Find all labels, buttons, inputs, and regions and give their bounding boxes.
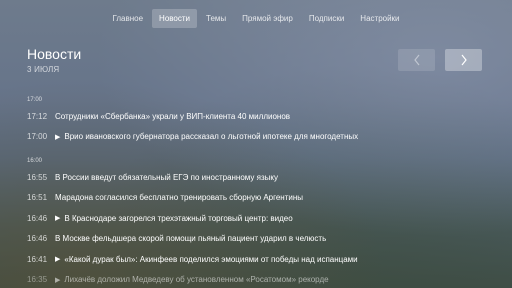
news-item[interactable]: 17:12 Сотрудники «Сбербанка» украли у ВИ…: [27, 106, 497, 127]
previous-button[interactable]: [398, 49, 435, 71]
play-icon: ▶: [55, 256, 61, 264]
hour-divider: 17:00: [27, 97, 43, 103]
news-time: 16:46: [27, 213, 48, 223]
nav-item-settings[interactable]: Настройки: [353, 9, 406, 28]
news-time: 16:51: [27, 193, 48, 203]
nav-item-main[interactable]: Главное: [105, 9, 150, 28]
top-navigation: Главное Новости Темы Прямой эфир Подписк…: [0, 8, 512, 28]
news-headline: Врио ивановского губернатора рассказал о…: [64, 132, 359, 142]
news-headline: Сотрудники «Сбербанка» украли у ВИП-клие…: [55, 111, 291, 121]
pager-controls: [398, 49, 482, 71]
news-feed: 17:00 17:12 Сотрудники «Сбербанка» украл…: [27, 94, 497, 288]
news-headline: Лихачёв доложил Медведеву об установленн…: [64, 275, 329, 285]
page-title: Новости: [27, 46, 82, 62]
news-time: 17:12: [27, 111, 48, 121]
nav-item-news[interactable]: Новости: [152, 8, 198, 28]
play-icon: ▶: [55, 133, 61, 141]
news-item[interactable]: 16:51 Марадона согласился бесплатно трен…: [27, 188, 497, 209]
news-headline: «Какой дурак был»: Акинфеев поделился эм…: [64, 254, 358, 264]
news-time: 16:35: [27, 275, 48, 285]
news-headline: В Краснодаре загорелся трехэтажный торго…: [64, 213, 293, 223]
news-item[interactable]: 16:55 В России введут обязательный ЕГЭ п…: [27, 167, 497, 188]
news-item[interactable]: 16:35 ▶ Лихачёв доложил Медведеву об уст…: [27, 270, 497, 288]
nav-item-topics[interactable]: Темы: [199, 9, 233, 28]
nav-item-subscriptions[interactable]: Подписки: [302, 9, 351, 28]
news-item[interactable]: 17:00 ▶ Врио ивановского губернатора рас…: [27, 127, 497, 148]
hour-divider: 16:00: [27, 158, 43, 164]
news-time: 17:00: [27, 132, 48, 142]
news-headline: В России введут обязательный ЕГЭ по инос…: [55, 172, 278, 182]
news-item[interactable]: 16:46 В Москве фельдшера скорой помощи п…: [27, 229, 497, 250]
chevron-left-icon: [413, 54, 419, 66]
news-headline: В Москве фельдшера скорой помощи пьяный …: [55, 234, 327, 244]
next-button[interactable]: [445, 49, 482, 71]
news-time: 16:55: [27, 172, 48, 182]
news-item[interactable]: 16:46 ▶ В Краснодаре загорелся трехэтажн…: [27, 208, 497, 229]
news-time: 16:41: [27, 254, 48, 264]
news-time: 16:46: [27, 234, 48, 244]
nav-item-live[interactable]: Прямой эфир: [235, 9, 300, 28]
page-date: 3 ИЮЛЯ: [27, 65, 60, 74]
news-item[interactable]: 16:41 ▶ «Какой дурак был»: Акинфеев поде…: [27, 249, 497, 270]
play-icon: ▶: [55, 276, 61, 284]
play-icon: ▶: [55, 215, 61, 223]
chevron-right-icon: [461, 54, 467, 66]
news-headline: Марадона согласился бесплатно тренироват…: [55, 193, 304, 203]
page-header: Новости 3 ИЮЛЯ: [27, 46, 81, 74]
